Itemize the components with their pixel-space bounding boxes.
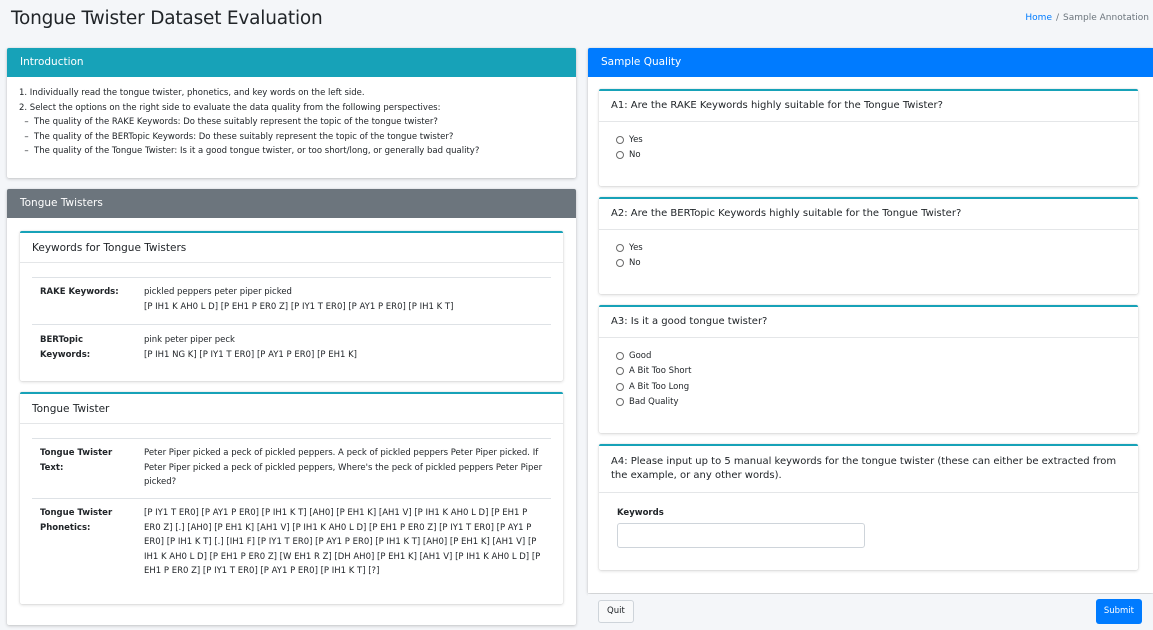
option-a3-too-long[interactable]: A Bit Too Long xyxy=(616,379,1138,395)
intro-instructions: 1. Individually read the tongue twister,… xyxy=(7,77,576,159)
option-a1-no[interactable]: No xyxy=(616,148,1138,164)
option-a1-yes[interactable]: Yes xyxy=(616,132,1138,148)
intro-line: – The quality of the RAKE Keywords: Do t… xyxy=(19,117,438,127)
bertopic-keywords-label: BERTopic Keywords: xyxy=(40,335,91,360)
rake-keywords-value: pickled peppers peter piper picked [P IH… xyxy=(144,285,543,314)
breadcrumb: Home / Sample Annotation xyxy=(1025,13,1149,23)
intro-card: Introduction 1. Individually read the to… xyxy=(7,48,576,178)
intro-line: – The quality of the BERTopic Keywords: … xyxy=(19,131,454,142)
breadcrumb-separator: / xyxy=(1055,13,1060,23)
keywords-field-label: Keywords xyxy=(617,508,664,518)
option-a3-good[interactable]: Good xyxy=(616,348,1138,364)
bertopic-keywords-row: BERTopic Keywords: pink peter piper peck… xyxy=(32,324,551,371)
twister-text-row: Tongue Twister Text: Peter Piper picked … xyxy=(32,438,551,498)
twister-phonetics-row: Tongue Twister Phonetics: [P IY1 T ER0] … xyxy=(32,498,551,594)
keywords-card-title: Keywords for Tongue Twisters xyxy=(20,233,563,263)
keywords-card: Keywords for Tongue Twisters RAKE Keywor… xyxy=(20,231,563,381)
submit-button[interactable]: Submit xyxy=(1095,599,1142,624)
radio-button[interactable] xyxy=(616,151,624,160)
question-a2-text: A2: Are the BERTopic Keywords highly sui… xyxy=(599,199,1138,230)
radio-button[interactable] xyxy=(616,259,624,268)
option-label: Yes xyxy=(629,134,643,145)
twister-text-value: Peter Piper picked a peck of pickled pep… xyxy=(144,448,543,487)
option-label: Yes xyxy=(629,242,643,253)
question-a2-options: Yes No xyxy=(599,230,1138,271)
page-title: Tongue Twister Dataset Evaluation xyxy=(11,8,323,29)
question-a1-options: Yes No xyxy=(599,122,1138,163)
rake-keywords-phonetics: [P IH1 K AH0 L D] [P EH1 P ER0 Z] [P IY1… xyxy=(144,301,454,312)
sample-quality-card: Sample Quality A1: Are the RAKE Keywords… xyxy=(588,48,1153,593)
twister-phonetics-label: Tongue Twister Phonetics: xyxy=(40,508,113,533)
form-footer: Quit Submit xyxy=(588,594,1153,630)
quit-button[interactable]: Quit xyxy=(598,600,634,623)
breadcrumb-home-link[interactable]: Home xyxy=(1025,13,1052,23)
rake-keywords-label: RAKE Keywords: xyxy=(40,287,119,297)
question-a1-text: A1: Are the RAKE Keywords highly suitabl… xyxy=(599,91,1138,122)
option-a3-bad-quality[interactable]: Bad Quality xyxy=(616,395,1138,411)
option-label: A Bit Too Short xyxy=(629,366,692,377)
rake-keywords-words: pickled peppers peter piper picked xyxy=(144,287,292,297)
intro-card-header: Introduction xyxy=(7,48,576,77)
question-a4-card: A4: Please input up to 5 manual keywords… xyxy=(599,444,1138,570)
question-a2-card: A2: Are the BERTopic Keywords highly sui… xyxy=(599,197,1138,294)
option-a2-no[interactable]: No xyxy=(616,256,1138,272)
option-label: A Bit Too Long xyxy=(629,381,690,392)
twister-phonetics-value: [P IY1 T ER0] [P AY1 P ER0] [P IH1 K T] … xyxy=(144,508,541,576)
intro-line: 1. Individually read the tongue twister,… xyxy=(19,88,365,98)
option-a2-yes[interactable]: Yes xyxy=(616,240,1138,256)
radio-button[interactable] xyxy=(616,367,624,376)
intro-line: – The quality of the Tongue Twister: Is … xyxy=(19,146,480,156)
sample-quality-card-header: Sample Quality xyxy=(588,48,1153,77)
radio-button[interactable] xyxy=(616,382,624,391)
radio-button[interactable] xyxy=(616,398,624,407)
intro-line: 2. Select the options on the right side … xyxy=(19,102,441,113)
question-a1-card: A1: Are the RAKE Keywords highly suitabl… xyxy=(599,89,1138,186)
option-label: No xyxy=(629,150,641,161)
keywords-input[interactable] xyxy=(617,523,865,548)
question-a4-text: A4: Please input up to 5 manual keywords… xyxy=(599,446,1138,493)
tongue-twister-card-title: Tongue Twister xyxy=(20,394,563,424)
option-label: No xyxy=(629,258,641,269)
bertopic-keywords-words: pink peter piper peck xyxy=(144,335,235,345)
option-a3-too-short[interactable]: A Bit Too Short xyxy=(616,364,1138,380)
rake-keywords-row: RAKE Keywords: pickled peppers peter pip… xyxy=(32,277,551,324)
tongue-twisters-card-header: Tongue Twisters xyxy=(7,189,576,218)
question-a3-options: Good A Bit Too Short A Bit Too Long Bad … xyxy=(599,338,1138,410)
bertopic-keywords-phonetics: [P IH1 NG K] [P IY1 T ER0] [P AY1 P ER0]… xyxy=(144,349,357,360)
top-bar: Tongue Twister Dataset Evaluation Home / S… xyxy=(0,0,1153,44)
radio-button[interactable] xyxy=(616,135,624,144)
bertopic-keywords-value: pink peter piper peck [P IH1 NG K] [P IY… xyxy=(144,333,543,362)
tongue-twisters-card: Tongue Twisters Keywords for Tongue Twis… xyxy=(7,189,576,625)
question-a3-text: A3: Is it a good tongue twister? xyxy=(599,307,1138,338)
breadcrumb-current: Sample Annotation xyxy=(1063,13,1149,23)
tongue-twister-card: Tongue Twister Tongue Twister Text: Pete… xyxy=(20,392,563,604)
option-label: Good xyxy=(629,350,652,361)
twister-text-label: Tongue Twister Text: xyxy=(40,448,113,473)
radio-button[interactable] xyxy=(616,243,624,252)
question-a3-card: A3: Is it a good tongue twister? Good A … xyxy=(599,305,1138,433)
option-label: Bad Quality xyxy=(629,397,679,408)
radio-button[interactable] xyxy=(616,351,624,360)
